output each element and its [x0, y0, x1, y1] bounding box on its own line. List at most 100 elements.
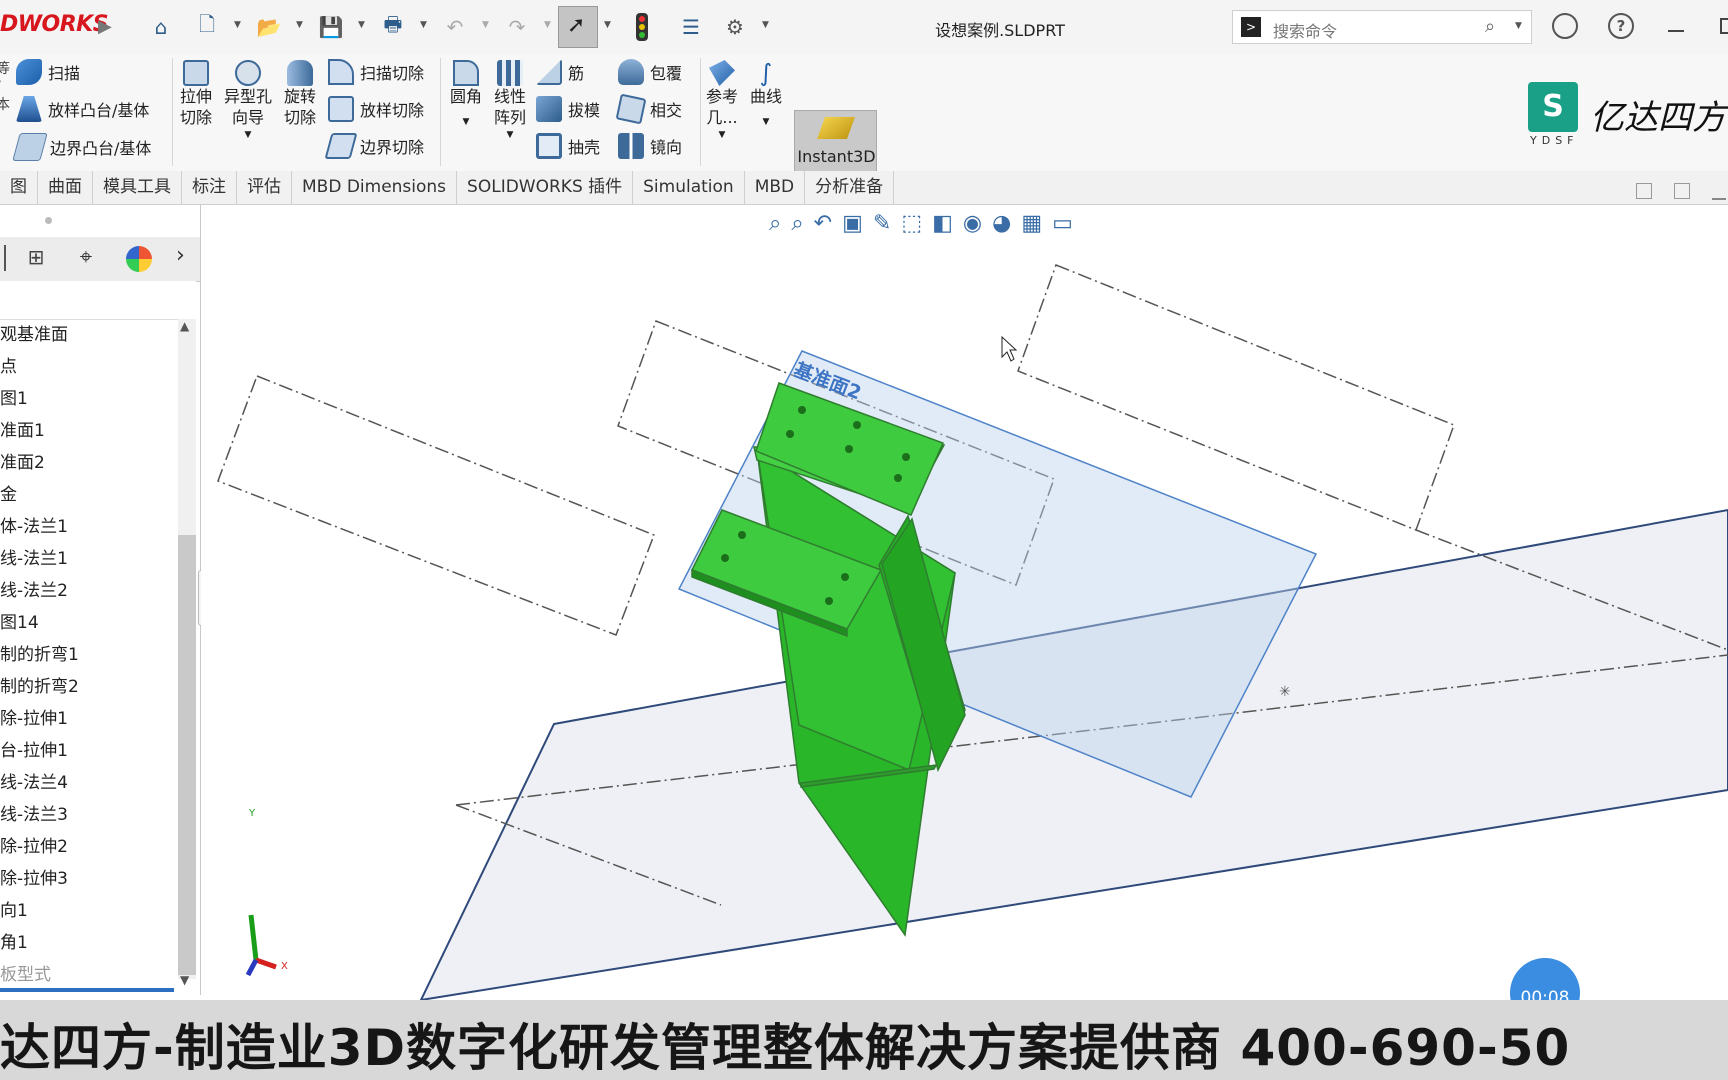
extrude-cut-button[interactable]: 拉伸 切除 — [176, 60, 216, 128]
panel-grip-icon[interactable] — [45, 217, 52, 224]
feature-tree-item[interactable]: 线-法兰2 — [0, 575, 176, 607]
feature-tree-item[interactable]: 板型式 — [0, 959, 176, 991]
feature-tree-item[interactable]: 观基准面 — [0, 319, 176, 351]
maximize-icon[interactable] — [1720, 18, 1728, 34]
sweep-cut-button[interactable]: 扫描切除 — [328, 59, 424, 85]
linear-pattern-button[interactable]: 线性 阵列 ▼ — [488, 60, 532, 142]
shell-button[interactable]: 抽壳 — [536, 133, 600, 159]
tab-7[interactable]: Simulation — [633, 171, 745, 204]
feature-tree-item[interactable]: 制的折弯1 — [0, 639, 176, 671]
draft-button[interactable]: 拔模 — [536, 96, 600, 122]
feature-tree-item[interactable]: 向1 — [0, 895, 176, 927]
hole-wizard-button[interactable]: 异型孔 向导 ▼ — [220, 60, 276, 142]
save-dropdown-icon[interactable]: ▼ — [358, 20, 365, 30]
configuration-manager-crosshair-icon[interactable]: ⌖ — [72, 245, 100, 273]
feature-tree-item[interactable]: 准面2 — [0, 447, 176, 479]
home-icon[interactable]: ⌂ — [146, 12, 176, 42]
coordinate-triad-icon — [245, 914, 277, 977]
undo-dropdown-icon[interactable]: ▼ — [482, 20, 489, 30]
new-dropdown-icon[interactable]: ▼ — [234, 20, 241, 30]
save-icon[interactable]: 💾 — [316, 12, 346, 42]
search-commands-field[interactable]: > 搜索命令 ⌕ ▼ — [1232, 10, 1532, 44]
chevron-right-icon[interactable]: › — [176, 243, 185, 268]
feature-tree-item[interactable]: 图14 — [0, 607, 176, 639]
search-dropdown-icon[interactable]: ▼ — [1515, 21, 1522, 31]
new-document-icon[interactable]: 🗋 — [192, 12, 222, 42]
reference-geometry-dropdown-icon[interactable]: ▼ — [719, 128, 726, 142]
intersect-button[interactable]: 相交 — [615, 93, 682, 125]
feature-tree-item[interactable]: 除-拉伸3 — [0, 863, 176, 895]
minimize-icon[interactable] — [1668, 30, 1684, 32]
rollback-bar[interactable] — [0, 988, 174, 992]
graphics-area[interactable]: ⌕ ⌕ ↶ ▣ ✎ ⬚ ◧ ◉ ◕ ▦ ▭ ✳ 基准面2 Y X — [201, 205, 1728, 1000]
redo-dropdown-icon[interactable]: ▼ — [544, 20, 551, 30]
feature-tree-item[interactable]: 制的折弯2 — [0, 671, 176, 703]
scroll-up-icon[interactable]: ▲ — [180, 319, 189, 333]
feature-tree-item[interactable]: 点 — [0, 351, 176, 383]
hole-wizard-dropdown-icon[interactable]: ▼ — [245, 128, 252, 142]
sweep-button[interactable]: 扫描 — [16, 59, 80, 85]
curves-dropdown-icon[interactable]: ▼ — [763, 107, 770, 137]
undo-icon[interactable]: ↶ — [440, 12, 470, 42]
tab-2[interactable]: 模具工具 — [93, 171, 182, 204]
options-gear-icon[interactable]: ⚙ — [720, 12, 750, 42]
file-properties-icon[interactable]: ☰ — [676, 12, 706, 42]
tab-6[interactable]: SOLIDWORKS 插件 — [457, 171, 634, 204]
tab-3[interactable]: 标注 — [182, 171, 237, 204]
feature-tree-item[interactable]: 线-法兰4 — [0, 767, 176, 799]
print-icon[interactable]: 🖶 — [378, 12, 408, 42]
tab-1[interactable]: 曲面 — [38, 171, 93, 204]
open-folder-icon[interactable]: 📂 — [254, 12, 284, 42]
fillet-button[interactable]: 圆角 ▼ — [446, 60, 486, 137]
open-dropdown-icon[interactable]: ▼ — [296, 20, 303, 30]
feature-tree-item[interactable]: 线-法兰3 — [0, 799, 176, 831]
tab-0[interactable]: 图 — [0, 171, 38, 204]
brand-name: 亿达四方 — [1590, 98, 1726, 138]
feature-tree-item[interactable]: 台-拉伸1 — [0, 735, 176, 767]
curves-button[interactable]: ∫ 曲线 ▼ — [746, 60, 786, 137]
help-icon[interactable]: ? — [1608, 13, 1634, 39]
loft-boss-button[interactable]: 放样凸台/基体 — [16, 96, 149, 122]
feature-tree-item[interactable]: 体-法兰1 — [0, 511, 176, 543]
fillet-dropdown-icon[interactable]: ▼ — [463, 107, 470, 137]
wrap-button[interactable]: 包覆 — [618, 59, 682, 85]
options-dropdown-icon[interactable]: ▼ — [762, 20, 769, 30]
scroll-down-icon[interactable]: ▼ — [180, 973, 189, 987]
tab-8[interactable]: MBD — [745, 171, 806, 204]
feature-tree-item[interactable]: 图1 — [0, 383, 176, 415]
user-account-icon[interactable] — [1552, 13, 1578, 39]
feature-tree-item[interactable]: 除-拉伸1 — [0, 703, 176, 735]
tab-4[interactable]: 评估 — [237, 171, 292, 204]
expand-panel-icon[interactable] — [1674, 183, 1690, 199]
revolve-cut-button[interactable]: 旋转 切除 — [280, 60, 320, 128]
feature-tree-item[interactable]: 线-法兰1 — [0, 543, 176, 575]
tab-9[interactable]: 分析准备 — [805, 171, 895, 204]
menu-expand-arrow-icon[interactable]: ▶ — [98, 16, 112, 37]
select-button[interactable]: ➚ — [558, 6, 598, 48]
mirror-button[interactable]: 镜向 — [618, 133, 682, 159]
boundary-boss-button[interactable]: 边界凸台/基体 — [12, 133, 151, 161]
tree-filter-field[interactable] — [0, 281, 196, 320]
redo-icon[interactable]: ↷ — [502, 12, 532, 42]
feature-tree-item[interactable]: 角1 — [0, 927, 176, 959]
linear-pattern-dropdown-icon[interactable]: ▼ — [507, 128, 514, 142]
collapse-panel-icon[interactable] — [1636, 183, 1652, 199]
tab-5[interactable]: MBD Dimensions — [292, 171, 458, 204]
feature-tree-item[interactable]: 金 — [0, 479, 176, 511]
boundary-cut-button[interactable]: 边界切除 — [324, 133, 424, 159]
select-dropdown-icon[interactable]: ▼ — [604, 20, 611, 30]
rebuild-traffic-light-icon[interactable] — [636, 13, 648, 41]
reference-geometry-button[interactable]: 参考 几... ▼ — [702, 60, 742, 142]
feature-tree-item[interactable]: 除-拉伸2 — [0, 831, 176, 863]
feature-manager-tab-icon[interactable] — [4, 245, 12, 271]
panel-minimize-icon[interactable] — [1712, 198, 1726, 200]
rib-button[interactable]: 筋 — [536, 59, 584, 85]
print-dropdown-icon[interactable]: ▼ — [420, 20, 427, 30]
tree-scrollbar-thumb[interactable] — [178, 535, 196, 975]
feature-tree-item[interactable]: 准面1 — [0, 415, 176, 447]
property-manager-tab-icon[interactable]: ⊞ — [22, 245, 50, 273]
triad-y-label: Y — [249, 808, 256, 819]
loft-cut-button[interactable]: 放样切除 — [328, 96, 424, 122]
appearance-manager-icon[interactable] — [126, 246, 152, 272]
search-icon[interactable]: ⌕ — [1485, 16, 1495, 37]
